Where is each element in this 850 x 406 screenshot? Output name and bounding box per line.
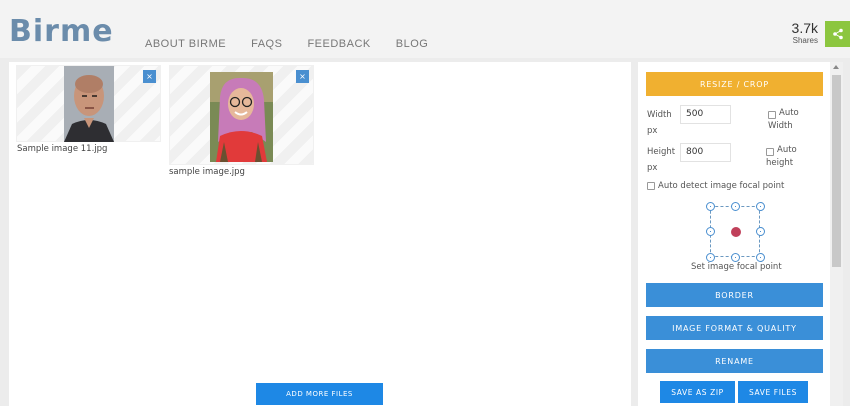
width-label: Width px (647, 107, 672, 139)
focal-point-top-left[interactable] (706, 202, 715, 211)
height-label-text: Height (647, 147, 676, 157)
image-format-quality-button[interactable]: IMAGE FORMAT & QUALITY (646, 316, 823, 340)
nav-about[interactable]: ABOUT BIRME (145, 38, 226, 50)
share-count-label: Shares (792, 36, 818, 45)
auto-height-label: Auto (777, 145, 797, 155)
remove-image-button[interactable]: × (143, 70, 156, 83)
image-filename: sample image.jpg (169, 167, 245, 177)
save-as-zip-button[interactable]: SAVE AS ZIP (660, 381, 735, 403)
auto-height-label-2: height (766, 158, 794, 168)
nav-faqs[interactable]: FAQS (251, 38, 282, 50)
height-unit: px (647, 163, 658, 173)
focal-point-label: Set image focal point (691, 262, 782, 272)
height-label: Height px (647, 144, 675, 176)
main-nav: ABOUT BIRME FAQS FEEDBACK BLOG (145, 38, 453, 50)
file-area[interactable]: × Sample image 11.jpg × sample image.jpg… (9, 62, 631, 406)
nav-blog[interactable]: BLOG (396, 38, 429, 50)
share-button[interactable] (825, 21, 850, 47)
width-unit: px (647, 126, 658, 136)
focal-point-center[interactable] (731, 227, 741, 237)
save-files-button[interactable]: SAVE FILES (738, 381, 808, 403)
add-more-files-button[interactable]: ADD MORE FILES (256, 383, 383, 405)
border-button[interactable]: BORDER (646, 283, 823, 307)
image-filename: Sample image 11.jpg (17, 144, 108, 154)
settings-panel: RESIZE / CROP Width px 500 Auto Width He… (638, 62, 830, 406)
remove-image-button[interactable]: × (296, 70, 309, 83)
nav-feedback[interactable]: FEEDBACK (307, 38, 370, 50)
focal-point-top[interactable] (731, 202, 740, 211)
resize-crop-button[interactable]: RESIZE / CROP (646, 72, 823, 96)
share-icon (832, 28, 843, 40)
auto-height-checkbox[interactable] (766, 148, 774, 156)
width-label-text: Width (647, 110, 672, 120)
share-count: 3.7k (791, 20, 818, 36)
image-thumb-1[interactable]: × (16, 65, 161, 142)
scroll-up-arrow[interactable] (833, 65, 839, 69)
image-preview (210, 72, 273, 162)
scrollbar-thumb[interactable] (832, 75, 841, 267)
focal-point-grid (706, 202, 765, 262)
auto-detect-focal-label: Auto detect image focal point (658, 181, 785, 191)
auto-width-label: Auto (768, 107, 799, 120)
rename-button[interactable]: RENAME (646, 349, 823, 373)
share-counter: 3.7k Shares (792, 20, 818, 45)
header: Birme ABOUT BIRME FAQS FEEDBACK BLOG 3.7… (0, 0, 850, 58)
focal-point-right[interactable] (756, 227, 765, 236)
focal-point-left[interactable] (706, 227, 715, 236)
auto-width-text: Auto (779, 108, 799, 118)
image-preview (64, 66, 114, 142)
auto-width-label-2: Width (768, 121, 793, 131)
height-input[interactable]: 800 (680, 143, 731, 162)
focal-point-top-right[interactable] (756, 202, 765, 211)
width-input[interactable]: 500 (680, 105, 731, 124)
image-thumb-2[interactable]: × (169, 65, 314, 165)
logo[interactable]: Birme (9, 14, 114, 49)
auto-detect-focal-checkbox[interactable] (647, 182, 655, 190)
